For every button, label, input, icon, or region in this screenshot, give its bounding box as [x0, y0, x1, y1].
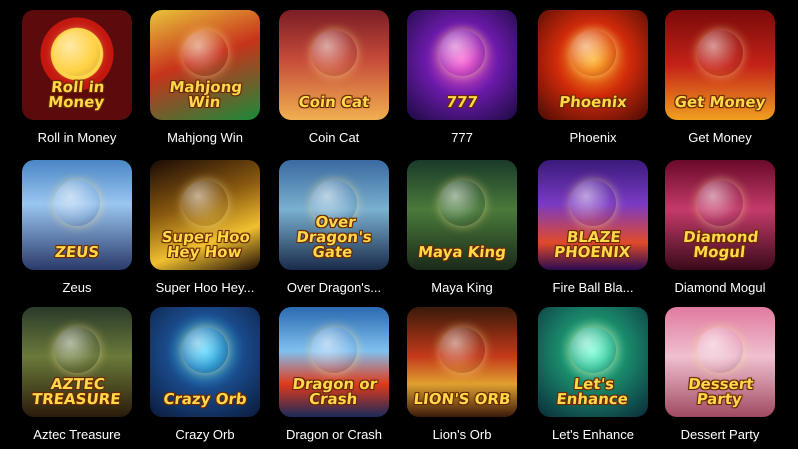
game-art: [439, 180, 485, 226]
fire-ball-blaze-phoenix-thumbnail[interactable]: BLAZE PHOENIX: [538, 160, 648, 270]
game-art: [697, 180, 743, 226]
game-logo: Roll in Money: [47, 78, 106, 111]
game-art: [439, 30, 485, 76]
game-tile-aztec-treasure[interactable]: AZTEC TREASURE Aztec Treasure: [22, 307, 132, 443]
game-tile-maya-king[interactable]: Maya King Maya King: [407, 160, 517, 296]
game-tile-get-money[interactable]: Get Money Get Money: [665, 10, 775, 146]
game-title[interactable]: Super Hoo Hey...: [150, 280, 260, 296]
game-title[interactable]: Get Money: [665, 130, 775, 146]
game-logo: 777: [445, 93, 479, 111]
game-tile-crazy-orb[interactable]: Crazy Orb Crazy Orb: [150, 307, 260, 443]
over-dragons-gate-thumbnail[interactable]: Over Dragon's Gate: [279, 160, 389, 270]
game-title[interactable]: Zeus: [22, 280, 132, 296]
game-art: [182, 30, 228, 76]
game-title[interactable]: Over Dragon's...: [279, 280, 389, 296]
game-title[interactable]: Fire Ball Bla...: [538, 280, 648, 296]
game-logo: Dessert Party: [687, 375, 755, 408]
game-art: [697, 327, 743, 373]
crazy-orb-thumbnail[interactable]: Crazy Orb: [150, 307, 260, 417]
aztec-treasure-thumbnail[interactable]: AZTEC TREASURE: [22, 307, 132, 417]
game-title[interactable]: Phoenix: [538, 130, 648, 146]
game-art: [182, 180, 228, 226]
game-title[interactable]: Maya King: [407, 280, 517, 296]
game-art: [311, 30, 357, 76]
game-art: [570, 30, 616, 76]
game-logo: Get Money: [673, 93, 767, 111]
game-art: [54, 180, 100, 226]
game-title[interactable]: Let's Enhance: [538, 427, 648, 443]
game-art: [311, 327, 357, 373]
game-tile-super-hoo-hey-how[interactable]: Super Hoo Hey How Super Hoo Hey...: [150, 160, 260, 296]
game-tile-coin-cat[interactable]: Coin Cat Coin Cat: [279, 10, 389, 146]
game-tile-dessert-party[interactable]: Dessert Party Dessert Party: [665, 307, 775, 443]
game-tile-zeus[interactable]: ZEUS Zeus: [22, 160, 132, 296]
coin-cat-thumbnail[interactable]: Coin Cat: [279, 10, 389, 120]
game-logo: Dragon or Crash: [291, 375, 379, 408]
game-art: [697, 30, 743, 76]
game-tile-fire-ball-blaze-phoenix[interactable]: BLAZE PHOENIX Fire Ball Bla...: [538, 160, 648, 296]
game-tile-lets-enhance[interactable]: Let's Enhance Let's Enhance: [538, 307, 648, 443]
game-logo: Crazy Orb: [162, 390, 248, 408]
game-logo: Phoenix: [558, 93, 628, 111]
game-logo: Over Dragon's Gate: [295, 213, 373, 261]
game-tile-dragon-or-crash[interactable]: Dragon or Crash Dragon or Crash: [279, 307, 389, 443]
game-tile-lions-orb[interactable]: LION'S ORB Lion's Orb: [407, 307, 517, 443]
game-title[interactable]: Crazy Orb: [150, 427, 260, 443]
game-tile-phoenix[interactable]: Phoenix Phoenix: [538, 10, 648, 146]
lets-enhance-thumbnail[interactable]: Let's Enhance: [538, 307, 648, 417]
game-logo: Coin Cat: [297, 93, 371, 111]
game-logo: Super Hoo Hey How: [160, 228, 251, 261]
game-logo: Maya King: [417, 243, 507, 261]
game-art: [54, 30, 100, 76]
game-title[interactable]: Dessert Party: [665, 427, 775, 443]
game-title[interactable]: Roll in Money: [22, 130, 132, 146]
game-logo: Mahjong Win: [168, 78, 244, 111]
game-tile-roll-in-money[interactable]: Roll in Money Roll in Money: [22, 10, 132, 146]
game-tile-over-dragons-gate[interactable]: Over Dragon's Gate Over Dragon's...: [279, 160, 389, 296]
game-title[interactable]: Diamond Mogul: [665, 280, 775, 296]
game-art: [570, 180, 616, 226]
dessert-party-thumbnail[interactable]: Dessert Party: [665, 307, 775, 417]
roll-in-money-thumbnail[interactable]: Roll in Money: [22, 10, 132, 120]
game-art: [439, 327, 485, 373]
get-money-thumbnail[interactable]: Get Money: [665, 10, 775, 120]
super-hoo-hey-how-thumbnail[interactable]: Super Hoo Hey How: [150, 160, 260, 270]
game-logo: LION'S ORB: [412, 390, 512, 408]
game-logo: BLAZE PHOENIX: [553, 228, 632, 261]
game-title[interactable]: 777: [407, 130, 517, 146]
game-tile-diamond-mogul[interactable]: Diamond Mogul Diamond Mogul: [665, 160, 775, 296]
game-title[interactable]: Aztec Treasure: [22, 427, 132, 443]
game-grid: Roll in Money Roll in Money Mahjong Win …: [0, 0, 798, 449]
game-tile-777[interactable]: 777 777: [407, 10, 517, 146]
game-title[interactable]: Coin Cat: [279, 130, 389, 146]
diamond-mogul-thumbnail[interactable]: Diamond Mogul: [665, 160, 775, 270]
game-art: [54, 327, 100, 373]
mahjong-win-thumbnail[interactable]: Mahjong Win: [150, 10, 260, 120]
phoenix-thumbnail[interactable]: Phoenix: [538, 10, 648, 120]
game-logo: AZTEC TREASURE: [31, 375, 122, 408]
game-logo: Diamond Mogul: [682, 228, 760, 261]
game-title[interactable]: Mahjong Win: [150, 130, 260, 146]
game-logo: Let's Enhance: [555, 375, 629, 408]
game-art: [570, 327, 616, 373]
game-title[interactable]: Lion's Orb: [407, 427, 517, 443]
game-logo: ZEUS: [54, 243, 101, 261]
maya-king-thumbnail[interactable]: Maya King: [407, 160, 517, 270]
game-title[interactable]: Dragon or Crash: [279, 427, 389, 443]
game-art: [182, 327, 228, 373]
777-thumbnail[interactable]: 777: [407, 10, 517, 120]
game-tile-mahjong-win[interactable]: Mahjong Win Mahjong Win: [150, 10, 260, 146]
dragon-or-crash-thumbnail[interactable]: Dragon or Crash: [279, 307, 389, 417]
zeus-thumbnail[interactable]: ZEUS: [22, 160, 132, 270]
lions-orb-thumbnail[interactable]: LION'S ORB: [407, 307, 517, 417]
